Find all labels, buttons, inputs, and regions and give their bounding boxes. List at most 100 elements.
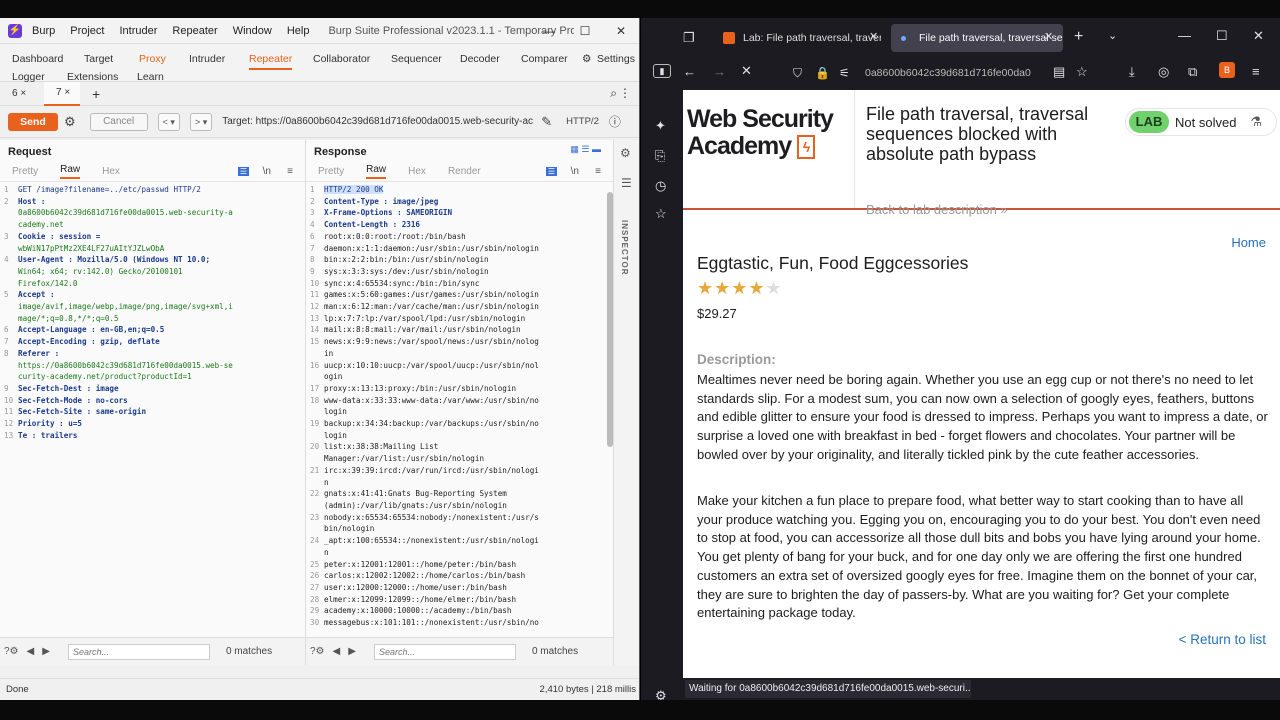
tab-collaborator[interactable]: Collaborator — [313, 53, 370, 65]
settings-icon[interactable]: ⚙ — [582, 53, 591, 65]
stop-loading-icon[interactable]: ✕ — [741, 63, 752, 79]
burp-extension-icon[interactable]: B — [1219, 62, 1235, 78]
add-tab-button[interactable]: + — [80, 86, 116, 102]
reader-view-icon[interactable]: ▤ — [1053, 64, 1065, 80]
response-tab-render[interactable]: Render — [448, 166, 481, 177]
repeater-tab-7[interactable]: 7 × — [44, 81, 80, 106]
next-match-icon[interactable]: ▶ — [42, 646, 50, 657]
back-to-lab-link[interactable]: Back to lab description » — [866, 202, 1008, 217]
close-tab-icon[interactable]: ✕ — [869, 30, 878, 43]
menu-help[interactable]: Help — [287, 25, 310, 37]
tab-proxy[interactable]: Proxy — [139, 53, 166, 65]
response-editor[interactable]: 1 HTTP/2 200 OK 2 Content-Type : image/jpeg… — [306, 182, 613, 629]
menu-repeater[interactable]: Repeater — [172, 25, 217, 37]
edit-target-icon[interactable]: ✎ — [541, 114, 552, 130]
maximize-icon[interactable]: ☐ — [1216, 28, 1228, 44]
prev-match-icon[interactable]: ◀ — [27, 646, 35, 657]
inspector-toggle-icon[interactable]: ☰ — [621, 176, 632, 190]
menu-window[interactable]: Window — [233, 25, 272, 37]
request-tab-raw[interactable]: Raw — [60, 164, 81, 179]
minimize-icon[interactable]: — — [1178, 28, 1191, 43]
close-tab-icon[interactable]: ✕ — [1044, 30, 1053, 43]
menu-icon[interactable]: ≡ — [287, 166, 293, 177]
wrap-toggle-icon[interactable]: ☰ — [545, 167, 557, 176]
newline-toggle-icon[interactable]: \n — [571, 166, 579, 177]
help-icon[interactable]: ⓘ — [609, 113, 621, 130]
back-arrow-icon[interactable]: ← — [683, 64, 696, 79]
code-line: 30 messagebus:x:101:101::/nonexistent:/us… — [306, 617, 613, 629]
bookmarks-icon[interactable]: ☆ — [655, 206, 667, 222]
repeater-tab-6[interactable]: 6 × — [0, 88, 36, 99]
line-number: 12 — [4, 419, 14, 429]
menu-burp[interactable]: Burp — [32, 25, 55, 37]
code-line: 12 Priority : u=5 — [0, 418, 305, 430]
prev-match-icon[interactable]: ◀ — [333, 646, 341, 657]
download-icon[interactable]: ⤓ — [1129, 64, 1135, 80]
next-match-icon[interactable]: ▶ — [348, 646, 356, 657]
http-version-label[interactable]: HTTP/2 — [566, 116, 599, 127]
permissions-icon[interactable]: ⚟ — [839, 60, 850, 86]
menu-intruder[interactable]: Intruder — [120, 25, 158, 37]
tab-target[interactable]: Target — [84, 53, 113, 65]
settings-icon[interactable]: ⚙ — [655, 688, 667, 700]
close-icon[interactable]: ✕ — [1253, 28, 1264, 44]
more-options-icon[interactable]: ⋮ — [619, 86, 631, 100]
response-tab-hex[interactable]: Hex — [408, 166, 426, 177]
tab-list-icon[interactable]: ⌄ — [1108, 29, 1117, 42]
bookmark-star-icon[interactable]: ☆ — [1076, 64, 1088, 80]
history-forward-button[interactable]: > ▾ — [189, 112, 213, 131]
search-icon[interactable]: ⌕ — [610, 86, 617, 101]
tab-settings[interactable]: Settings — [597, 53, 635, 65]
send-button[interactable]: Send — [8, 112, 58, 131]
settings-icon[interactable]: ⚙ — [620, 146, 631, 160]
history-icon[interactable]: ◷ — [655, 178, 666, 194]
inspector-label[interactable]: INSPECTOR — [620, 220, 629, 276]
synced-tabs-icon[interactable]: ⎘ — [655, 148, 665, 164]
lock-icon[interactable]: 🔒 — [815, 60, 830, 86]
new-tab-icon[interactable]: + — [1074, 28, 1083, 46]
gear-icon[interactable]: ⚙ — [64, 114, 76, 130]
line-number: 10 — [310, 278, 320, 288]
browser-tab-active[interactable]: File path traversal, traversal se — [891, 24, 1063, 52]
browser-tab-lab[interactable]: Lab: File path traversal, traver — [715, 24, 881, 52]
url-bar[interactable]: ⛉ 🔒 ⚟ 0a8600b6042c39d681d716fe00da0 — [781, 60, 1077, 86]
code-line: 23 nobody:x:65534:65534:nobody:/nonexiste… — [306, 512, 613, 524]
help-icon[interactable]: ?⚙ — [4, 646, 19, 657]
return-to-list-link[interactable]: < Return to list — [1179, 632, 1266, 647]
tab-repeater[interactable]: Repeater — [249, 53, 293, 70]
cancel-button[interactable]: Cancel — [89, 112, 148, 131]
tab-sequencer[interactable]: Sequencer — [391, 53, 442, 65]
extensions-icon[interactable]: ⧉ — [1188, 64, 1197, 80]
shield-icon[interactable]: ⛉ — [793, 60, 802, 86]
account-icon[interactable]: ◎ — [1158, 64, 1169, 80]
request-search-input[interactable] — [67, 643, 210, 660]
ai-chat-icon[interactable]: ✦ — [655, 118, 666, 134]
response-tab-raw[interactable]: Raw — [366, 164, 387, 179]
request-tab-pretty[interactable]: Pretty — [12, 166, 38, 177]
menu-project[interactable]: Project — [70, 25, 104, 37]
help-icon[interactable]: ?⚙ — [310, 646, 325, 657]
close-icon[interactable]: ✕ — [603, 18, 639, 44]
history-back-button[interactable]: < ▾ — [157, 112, 180, 131]
tab-decoder[interactable]: Decoder — [460, 53, 500, 65]
hamburger-menu-icon[interactable]: ≡ — [1252, 64, 1260, 79]
tab-comparer[interactable]: Comparer — [521, 53, 568, 65]
academy-logo[interactable]: Web Security Academy ϟ — [687, 106, 834, 160]
request-tab-hex[interactable]: Hex — [102, 166, 120, 177]
line-number: 7 — [4, 337, 9, 347]
maximize-icon[interactable]: ☐ — [567, 18, 603, 44]
menu-icon[interactable]: ≡ — [595, 166, 601, 177]
home-link[interactable]: Home — [1231, 235, 1266, 250]
tab-intruder[interactable]: Intruder — [189, 53, 225, 65]
tab-dashboard[interactable]: Dashboard — [12, 53, 63, 65]
minimize-icon[interactable]: — — [531, 18, 567, 44]
newline-toggle-icon[interactable]: \n — [263, 166, 271, 177]
layout-toggle-icons[interactable]: ▦ ☰ ▬ — [570, 144, 601, 155]
wrap-toggle-icon[interactable]: ☰ — [237, 167, 249, 176]
response-search-input[interactable] — [373, 643, 516, 660]
request-editor[interactable]: 1 GET /image?filename=../etc/passwd HTTP/… — [0, 182, 305, 441]
response-scrollbar[interactable] — [607, 192, 613, 447]
tab-overview-icon[interactable]: ❐ — [683, 30, 695, 46]
response-tab-pretty[interactable]: Pretty — [318, 166, 344, 177]
forward-arrow-icon[interactable]: → — [713, 64, 726, 79]
